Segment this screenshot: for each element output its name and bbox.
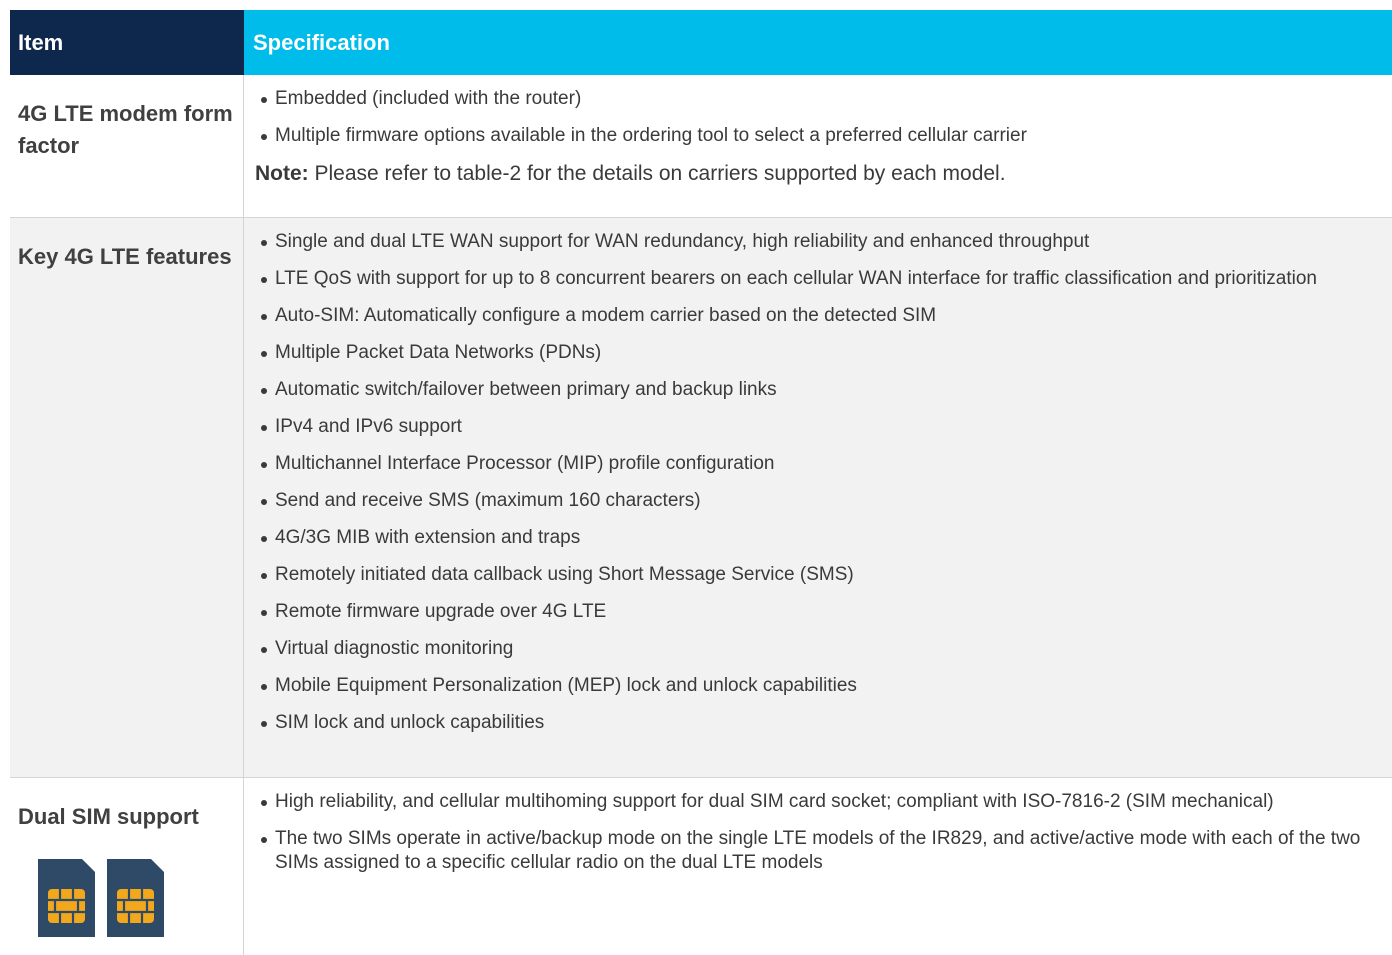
list-item: Mobile Equipment Personalization (MEP) l… [255, 674, 1392, 698]
spec-table: Item Specification 4G LTE modem form fac… [10, 10, 1392, 955]
item-label: Dual SIM support [18, 804, 199, 829]
list-item: SIM lock and unlock capabilities [255, 711, 1392, 735]
header-item: Item [10, 10, 244, 75]
list-item: Remotely initiated data callback using S… [255, 563, 1392, 587]
spec-cell: Single and dual LTE WAN support for WAN … [244, 218, 1392, 777]
table-row: Dual SIM support High reliability, and c… [10, 778, 1392, 955]
item-cell: Dual SIM support [10, 778, 244, 955]
spec-cell: Embedded (included with the router) Mult… [244, 75, 1392, 217]
item-cell: 4G LTE modem form factor [10, 75, 244, 217]
bullet-list: Single and dual LTE WAN support for WAN … [255, 230, 1392, 735]
list-item: Virtual diagnostic monitoring [255, 637, 1392, 661]
table-header: Item Specification [10, 10, 1392, 75]
sim-icons [18, 859, 235, 937]
list-item: Remote firmware upgrade over 4G LTE [255, 600, 1392, 624]
note-label: Note: [255, 162, 309, 185]
list-item: Multiple firmware options available in t… [255, 124, 1392, 148]
sim-card-icon [107, 859, 164, 937]
list-item: Single and dual LTE WAN support for WAN … [255, 230, 1392, 254]
list-item: LTE QoS with support for up to 8 concurr… [255, 267, 1392, 291]
note-text: Please refer to table-2 for the details … [308, 162, 1006, 185]
list-item: Send and receive SMS (maximum 160 charac… [255, 489, 1392, 513]
list-item: Embedded (included with the router) [255, 87, 1392, 111]
item-cell: Key 4G LTE features [10, 218, 244, 777]
spec-cell: High reliability, and cellular multihomi… [244, 778, 1392, 955]
sim-card-icon [38, 859, 95, 937]
list-item: Multichannel Interface Processor (MIP) p… [255, 452, 1392, 476]
list-item: 4G/3G MIB with extension and traps [255, 526, 1392, 550]
list-item: Multiple Packet Data Networks (PDNs) [255, 341, 1392, 365]
list-item: High reliability, and cellular multihomi… [255, 790, 1392, 814]
table-row: 4G LTE modem form factor Embedded (inclu… [10, 75, 1392, 218]
list-item: The two SIMs operate in active/backup mo… [255, 827, 1392, 875]
list-item: Auto-SIM: Automatically configure a mode… [255, 304, 1392, 328]
table-row: Key 4G LTE features Single and dual LTE … [10, 218, 1392, 778]
list-item: Automatic switch/failover between primar… [255, 378, 1392, 402]
bullet-list: Embedded (included with the router) Mult… [255, 87, 1392, 148]
note: Note: Please refer to table-2 for the de… [255, 160, 1392, 188]
bullet-list: High reliability, and cellular multihomi… [255, 790, 1392, 875]
list-item: IPv4 and IPv6 support [255, 415, 1392, 439]
header-specification: Specification [244, 10, 1392, 75]
